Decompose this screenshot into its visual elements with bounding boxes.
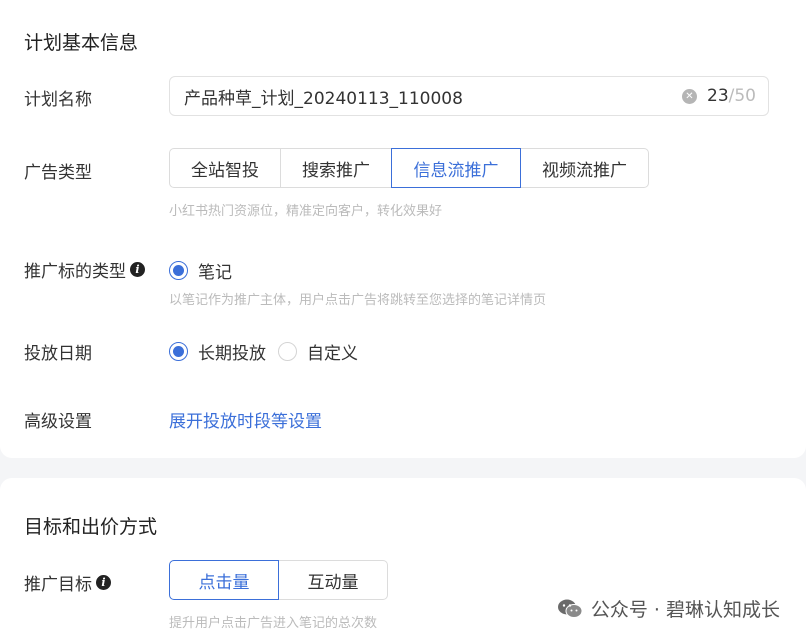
promo-type-radio-group: 笔记 [169, 258, 244, 283]
ad-type-option-full-site[interactable]: 全站智投 [169, 148, 281, 188]
promo-goal-label-text: 推广目标 [24, 575, 92, 595]
ad-type-hint: 小红书热门资源位，精准定向客户，转化效果好 [169, 204, 443, 219]
ad-type-option-video-feed[interactable]: 视频流推广 [520, 148, 649, 188]
plan-name-value[interactable]: 产品种草_计划_20240113_110008 [184, 84, 682, 109]
plan-name-input[interactable]: 产品种草_计划_20240113_110008 ✕ 23/50 [169, 76, 769, 116]
char-count: 23 [707, 86, 729, 106]
goal-option-clicks[interactable]: 点击量 [169, 560, 279, 600]
goal-option-interactions[interactable]: 互动量 [278, 560, 388, 600]
ad-type-option-feed[interactable]: 信息流推广 [391, 148, 521, 188]
char-max: /50 [728, 86, 756, 106]
radio-custom[interactable] [278, 342, 297, 361]
promo-goal-label: 推广目标 i [24, 570, 111, 595]
promo-type-hint: 以笔记作为推广主体，用户点击广告将跳转至您选择的笔记详情页 [169, 293, 547, 308]
radio-long-term-label[interactable]: 长期投放 [198, 339, 266, 364]
ad-type-label: 广告类型 [24, 163, 92, 183]
radio-long-term[interactable] [169, 342, 188, 361]
watermark-text: 公众号 · 碧琳认知成长 [590, 599, 780, 621]
char-counter: 23/50 [707, 86, 756, 106]
radio-note-label[interactable]: 笔记 [198, 258, 232, 283]
clear-icon[interactable]: ✕ [682, 88, 697, 104]
watermark: 公众号 · 碧琳认知成长 [557, 595, 780, 622]
section-title-basic-info: 计划基本信息 [24, 32, 139, 54]
wechat-icon [557, 599, 583, 618]
expand-advanced-link[interactable]: 展开投放时段等设置 [169, 407, 322, 432]
info-icon[interactable]: i [130, 262, 145, 277]
plan-name-label: 计划名称 [24, 90, 92, 110]
info-icon[interactable]: i [96, 575, 111, 590]
ad-type-option-search[interactable]: 搜索推广 [280, 148, 392, 188]
advanced-settings-label: 高级设置 [24, 412, 92, 432]
schedule-label: 投放日期 [24, 344, 92, 364]
promo-type-label: 推广标的类型 i [24, 257, 145, 282]
promo-goal-hint: 提升用户点击广告进入笔记的总次数 [169, 616, 378, 631]
basic-info-card: 计划基本信息 计划名称 产品种草_计划_20240113_110008 ✕ 23… [0, 0, 806, 458]
ad-type-selector: 全站智投 搜索推广 信息流推广 视频流推广 [169, 148, 649, 188]
radio-custom-label[interactable]: 自定义 [307, 339, 358, 364]
section-title-goal-bid: 目标和出价方式 [24, 516, 158, 538]
schedule-radio-group: 长期投放 自定义 [169, 339, 370, 364]
promo-goal-selector: 点击量 互动量 [169, 560, 388, 600]
promo-type-label-text: 推广标的类型 [24, 262, 126, 282]
radio-note[interactable] [169, 261, 188, 280]
